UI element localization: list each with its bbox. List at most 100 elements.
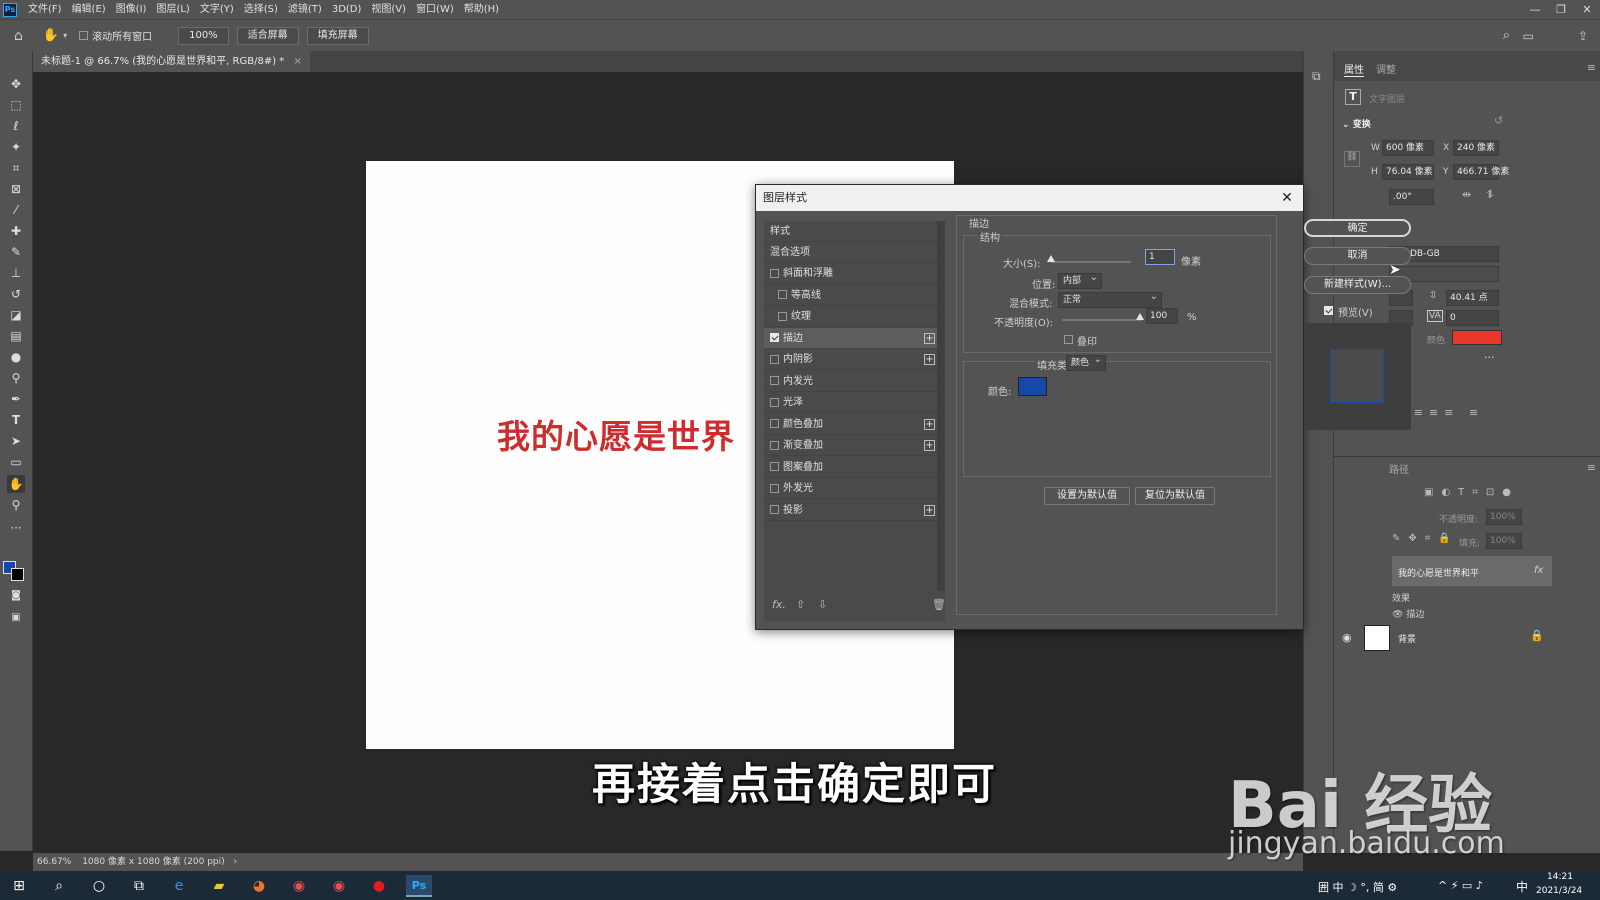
opacity-slider-thumb[interactable]: [1136, 313, 1144, 320]
style-item-checkbox[interactable]: [770, 462, 779, 471]
style-item[interactable]: 纹理: [764, 306, 937, 327]
style-item[interactable]: 等高线: [764, 285, 937, 306]
clock-date[interactable]: 2021/3/24: [1536, 886, 1582, 896]
add-effect-instance-icon[interactable]: +: [924, 504, 935, 516]
menu-view[interactable]: 视图(V): [366, 0, 411, 19]
document-tab[interactable]: 未标题-1 @ 66.7% (我的心愿是世界和平, RGB/8#) * ×: [33, 51, 310, 72]
add-effect-instance-icon[interactable]: +: [924, 418, 935, 430]
add-fx-icon[interactable]: fx.: [772, 598, 786, 611]
set-default-button[interactable]: 设置为默认值: [1044, 487, 1130, 505]
search-icon[interactable]: ⌕: [1503, 28, 1510, 43]
x-field[interactable]: 240 像素: [1453, 140, 1499, 156]
layer-filter-icons[interactable]: ▣◐T⌗⊡●: [1424, 487, 1519, 498]
blend-mode-select[interactable]: 正常: [1058, 290, 1162, 308]
stroke-effect-item[interactable]: 👁 描边: [1392, 607, 1424, 620]
chevron-right-icon[interactable]: ›: [234, 857, 238, 867]
style-item[interactable]: 内发光: [764, 371, 937, 392]
tray-icons[interactable]: ^ ⚡ ▭ ♪: [1438, 879, 1483, 892]
fit-screen-button[interactable]: 适合屏幕: [236, 26, 299, 45]
task-view-icon[interactable]: ⧉: [128, 875, 150, 897]
overprint-checkbox[interactable]: [1064, 335, 1073, 344]
blur-tool-icon[interactable]: ●: [7, 348, 25, 366]
history-panel-icon[interactable]: ⧉: [1312, 69, 1321, 84]
hand-tool-active-icon[interactable]: ✋: [7, 475, 25, 493]
opacity-slider[interactable]: [1062, 319, 1142, 321]
more-options-icon[interactable]: ···: [1484, 351, 1495, 364]
input-method-tray[interactable]: 囲 中 ☽ °, 简 ⚙: [1318, 879, 1397, 895]
reset-default-button[interactable]: 复位为默认值: [1135, 487, 1215, 505]
style-item-checkbox[interactable]: [770, 397, 779, 407]
style-item[interactable]: 内阴影 +: [764, 349, 937, 370]
search-taskbar-icon[interactable]: ⌕: [48, 875, 70, 897]
styles-header[interactable]: 样式: [764, 221, 937, 242]
size-input[interactable]: 1: [1145, 249, 1175, 265]
eye-icon[interactable]: 👁: [1392, 610, 1403, 620]
trash-icon[interactable]: 🗑: [932, 598, 946, 611]
style-item[interactable]: 斜面和浮雕: [764, 263, 937, 284]
photoshop-app-icon[interactable]: Ps: [3, 2, 17, 17]
move-down-icon[interactable]: ⇩: [818, 598, 827, 611]
brush-tool-icon[interactable]: ✎: [7, 243, 25, 261]
ime-indicator[interactable]: 中: [1516, 878, 1528, 895]
lock-icons[interactable]: ✎✥⌗🔒: [1392, 533, 1459, 544]
chrome-second-icon[interactable]: ◉: [328, 875, 350, 897]
tab-paths[interactable]: 路径: [1389, 461, 1409, 476]
style-item-checkbox[interactable]: [778, 290, 787, 299]
size-slider-thumb[interactable]: [1047, 255, 1055, 262]
move-tool-icon[interactable]: ✥: [7, 75, 25, 93]
minimize-button[interactable]: —: [1522, 0, 1548, 19]
fill-type-select[interactable]: 颜色: [1066, 353, 1106, 371]
transform-section-title[interactable]: ⌄ 变换: [1342, 117, 1371, 130]
style-item-checkbox[interactable]: [770, 483, 779, 493]
background-layer-row[interactable]: ◉ 背景 🔒: [1334, 623, 1600, 653]
opacity-input[interactable]: 100: [1146, 308, 1178, 324]
height-field[interactable]: 76.04 像素: [1382, 164, 1434, 180]
magic-wand-icon[interactable]: ✦: [7, 138, 25, 156]
style-item-checkbox[interactable]: [770, 440, 779, 450]
pen-tool-icon[interactable]: ✒: [7, 390, 25, 408]
text-layer-row[interactable]: 我的心愿是世界和平 fx: [1392, 556, 1552, 586]
menu-image[interactable]: 图像(I): [111, 0, 152, 19]
style-item-checkbox[interactable]: [770, 376, 779, 385]
text-layer-name[interactable]: 我的心愿是世界和平: [1398, 566, 1479, 579]
windows-start-icon[interactable]: ⊞: [8, 875, 30, 897]
style-item-checkbox[interactable]: [778, 311, 787, 321]
edge-browser-icon[interactable]: e: [168, 875, 190, 897]
flip-vertical-icon[interactable]: ⥮: [1486, 188, 1494, 202]
menu-select[interactable]: 选择(S): [239, 0, 283, 19]
position-select[interactable]: 内部: [1058, 271, 1102, 289]
width-field[interactable]: 600 像素: [1382, 140, 1434, 156]
move-up-icon[interactable]: ⇧: [796, 598, 805, 611]
style-list-scrollbar[interactable]: [937, 221, 945, 591]
flip-horizontal-icon[interactable]: ⇹: [1462, 188, 1471, 201]
file-explorer-icon[interactable]: ▰: [208, 875, 230, 897]
cortana-icon[interactable]: ○: [88, 875, 110, 897]
clock-time[interactable]: 14:21: [1547, 872, 1573, 882]
stroke-color-swatch[interactable]: [1018, 377, 1047, 396]
ok-button[interactable]: 确定: [1304, 219, 1411, 237]
style-item-checkbox[interactable]: [770, 333, 779, 342]
path-select-icon[interactable]: ➤: [7, 432, 25, 450]
screen-mode-icon[interactable]: ▣: [7, 609, 25, 627]
close-tab-icon[interactable]: ×: [293, 56, 301, 67]
size-slider[interactable]: [1051, 261, 1131, 263]
rectangle-tool-icon[interactable]: ▭: [7, 453, 25, 471]
style-item[interactable]: 描边 +: [764, 327, 937, 349]
menu-type[interactable]: 文字(Y): [195, 0, 239, 19]
fx-icon[interactable]: fx: [1534, 565, 1543, 576]
leading-field[interactable]: 40.41 点: [1446, 290, 1499, 306]
frame-tool-icon[interactable]: ⊠: [7, 180, 25, 198]
menu-layer[interactable]: 图层(L): [151, 0, 194, 19]
new-style-button[interactable]: 新建样式(W)...: [1304, 276, 1411, 294]
style-item[interactable]: 外发光: [764, 478, 937, 499]
style-item[interactable]: 光泽: [764, 392, 937, 413]
style-item-checkbox[interactable]: [770, 268, 779, 278]
stamp-tool-icon[interactable]: ⊥: [7, 264, 25, 282]
add-effect-instance-icon[interactable]: +: [924, 354, 935, 365]
restore-button[interactable]: ❐: [1548, 0, 1574, 19]
hand-tool-icon[interactable]: ✋: [43, 28, 59, 43]
style-item[interactable]: 颜色叠加 +: [764, 414, 937, 435]
blend-options-item[interactable]: 混合选项: [764, 242, 937, 263]
layer-opacity-field[interactable]: 100%: [1486, 509, 1522, 525]
visibility-eye-icon[interactable]: ◉: [1342, 631, 1352, 644]
